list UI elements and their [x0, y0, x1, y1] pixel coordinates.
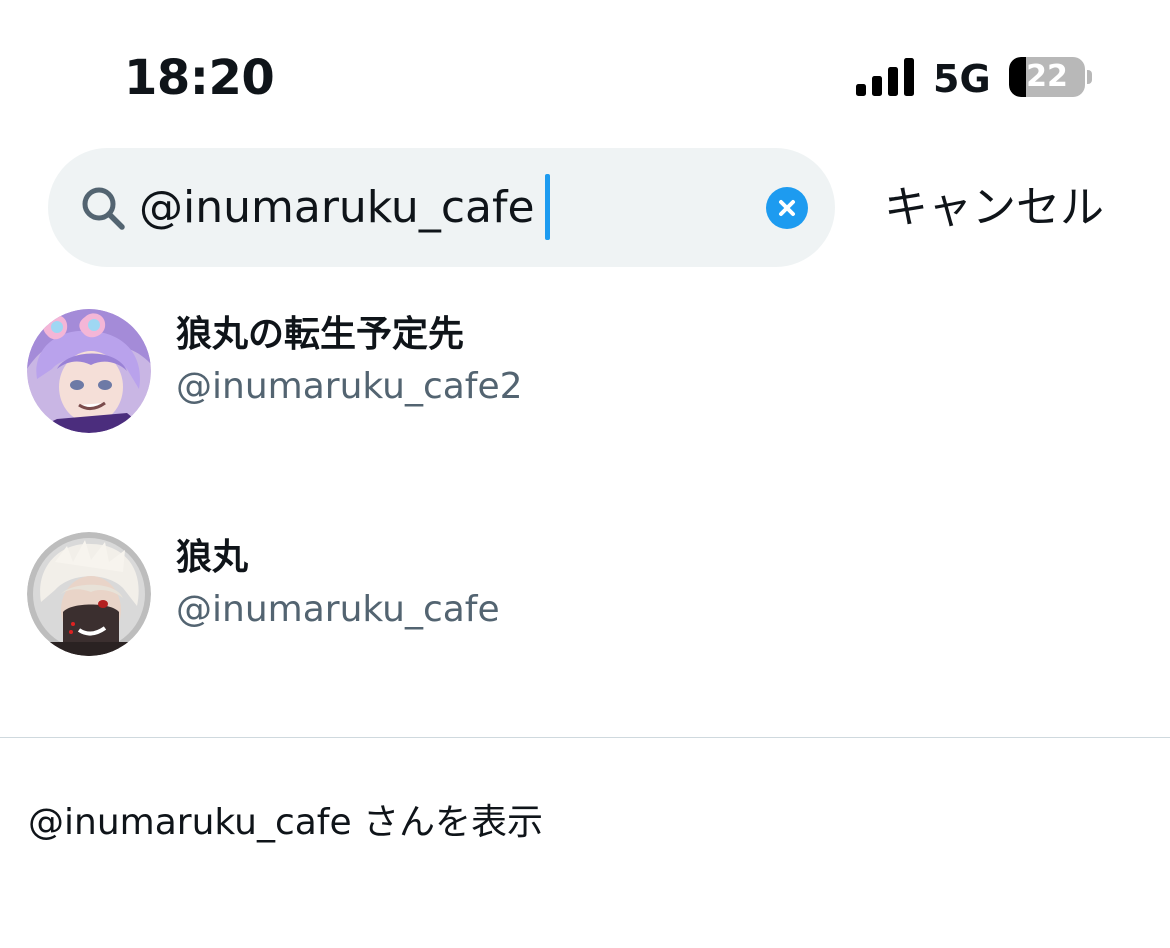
user-display-name: 狼丸の転生予定先	[176, 314, 465, 355]
status-time: 18:20	[124, 50, 275, 106]
status-bar: 18:20 5G 22	[0, 0, 1170, 140]
cellular-signal-icon	[856, 58, 914, 96]
search-icon	[82, 187, 125, 230]
battery-icon: 22	[1009, 57, 1085, 97]
user-display-name: 狼丸	[176, 537, 249, 578]
close-icon	[779, 200, 795, 216]
clear-search-button[interactable]	[766, 187, 808, 229]
search-result-user[interactable]: 狼丸の転生予定先 @inumaruku_cafe2	[0, 295, 1170, 495]
divider	[0, 737, 1170, 738]
user-handle: @inumaruku_cafe2	[176, 366, 523, 407]
avatar-image	[27, 532, 151, 656]
go-to-user-link[interactable]: @inumaruku_cafe さんを表示	[28, 800, 543, 846]
battery-tip	[1087, 70, 1092, 84]
search-input[interactable]	[139, 176, 749, 240]
user-handle: @inumaruku_cafe	[176, 589, 500, 630]
avatar[interactable]	[27, 532, 151, 656]
text-cursor	[545, 174, 550, 240]
network-type-label: 5G	[933, 57, 991, 101]
avatar-image	[27, 309, 151, 433]
battery-level-text: 22	[1026, 59, 1068, 94]
search-result-user[interactable]: 狼丸 @inumaruku_cafe	[0, 518, 1170, 718]
avatar[interactable]	[27, 309, 151, 433]
cancel-button[interactable]: キャンセル	[884, 178, 1104, 238]
